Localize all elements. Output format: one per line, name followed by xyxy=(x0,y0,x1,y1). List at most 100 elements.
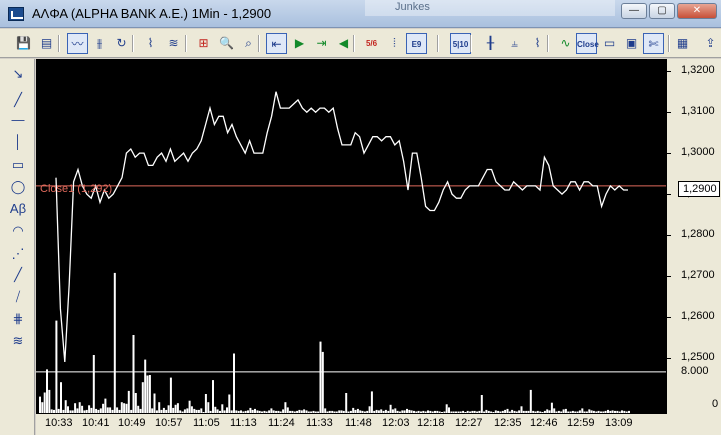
volume-bar xyxy=(618,411,621,413)
ratio-icon[interactable]: 5|10 xyxy=(450,33,471,54)
price-chart-area[interactable]: Close1 (1,292) xyxy=(36,59,666,414)
price-axis[interactable]: 1,3200 1,3100 1,3000 1,2900 1,2800 1,2700 1,26… xyxy=(666,59,721,414)
dot-line-icon[interactable]: ∿ xyxy=(555,33,576,54)
text-icon[interactable]: E9 xyxy=(406,33,427,54)
time-tick-label: 11:33 xyxy=(306,417,333,429)
volume-bar xyxy=(204,394,207,413)
volume-bar xyxy=(249,407,252,413)
ellipse-tool-icon[interactable]: ◯ xyxy=(8,177,28,197)
scroll-start-icon[interactable]: ⇤ xyxy=(266,33,287,54)
volume-bar xyxy=(296,410,299,413)
volume-bar xyxy=(529,389,532,413)
line-icon[interactable]: ⌇ xyxy=(527,33,548,54)
time-tick-label: 11:05 xyxy=(193,417,220,429)
volume-bar xyxy=(240,410,242,413)
volume-bar xyxy=(244,410,247,413)
volume-bar xyxy=(130,409,133,413)
volume-bar xyxy=(174,404,177,413)
close-icon[interactable]: Close xyxy=(576,33,599,54)
volume-bar xyxy=(335,411,338,413)
scroll-end-icon[interactable]: ⇥ xyxy=(311,33,332,54)
time-tick-label: 10:49 xyxy=(118,417,146,429)
time-axis[interactable]: 10:33 10:41 10:49 10:57 11:05 11:13 11:24 11:33… xyxy=(36,414,666,435)
cursor-tool-icon[interactable]: ↘ xyxy=(8,64,28,84)
window-icon[interactable]: ▣ xyxy=(621,33,642,54)
volume-bar xyxy=(518,410,521,413)
hierarchy-icon[interactable]: ⊞ xyxy=(193,33,214,54)
volume-bar xyxy=(53,409,55,413)
toolbar-separator xyxy=(258,35,260,52)
volume-bar xyxy=(146,375,149,413)
arc-tool-icon[interactable]: ◠ xyxy=(8,221,28,241)
ray-tool-icon[interactable]: ╱ xyxy=(8,265,28,285)
indicator-icon[interactable]: ⌇ xyxy=(140,33,161,54)
step-back-icon[interactable]: ◀ xyxy=(333,33,354,54)
vertical-line-tool-icon[interactable]: │ xyxy=(8,132,28,152)
volume-bar xyxy=(41,402,44,413)
volume-bar xyxy=(186,408,189,413)
candlestick-icon[interactable]: ╂ xyxy=(480,33,501,54)
volume-bar xyxy=(179,410,182,413)
save-icon[interactable]: 💾 xyxy=(13,33,34,54)
close-line-label: Close1 (1,292) xyxy=(40,183,113,195)
fan-tool-icon[interactable]: ⋰ xyxy=(8,244,28,264)
volume-bar xyxy=(265,411,268,413)
volume-bar xyxy=(291,410,294,413)
volume-bar xyxy=(373,410,376,413)
time-tick-label: 11:24 xyxy=(268,417,295,429)
volume-bar xyxy=(494,410,497,413)
volume-bar xyxy=(202,412,205,413)
toolbar-separator xyxy=(547,35,549,52)
maximize-button[interactable]: ▢ xyxy=(649,3,675,19)
layout-icon[interactable]: ▭ xyxy=(599,33,620,54)
trendline-tool-icon[interactable]: ╱ xyxy=(8,90,28,110)
chart-style-icon[interactable]: ≋ xyxy=(163,33,184,54)
volume-bar xyxy=(487,410,490,413)
play-icon[interactable]: ▶ xyxy=(289,33,310,54)
text-tool-icon[interactable]: Aβ xyxy=(8,199,28,219)
close-button[interactable]: ✕ xyxy=(677,3,717,19)
volume-bar xyxy=(420,411,422,413)
bar-chart-icon[interactable]: ⫵ xyxy=(89,33,110,54)
drawing-tools-panel: ↘ ╱ — │ ▭ ◯ Aβ ◠ ⋰ ╱ ⧸ ⋕ ≋ xyxy=(0,59,35,435)
channel-tool-icon[interactable]: ⧸ xyxy=(8,287,28,307)
volume-bar xyxy=(541,412,544,413)
price-tick-label: 1,2600 xyxy=(681,309,715,322)
volume-bar xyxy=(604,410,607,413)
tools-icon[interactable]: ✄ xyxy=(643,33,664,54)
ohlc-icon[interactable]: ⫨ xyxy=(504,33,525,54)
rectangle-tool-icon[interactable]: ▭ xyxy=(8,155,28,175)
zoom-out-icon[interactable]: ⌕ xyxy=(238,33,259,54)
grid-icon[interactable]: ⦙ xyxy=(384,33,405,54)
volume-bar xyxy=(165,409,168,413)
volume-bar xyxy=(132,335,135,413)
volume-bar xyxy=(144,359,147,413)
volume-bar xyxy=(441,412,443,413)
volume-bar xyxy=(370,391,373,413)
volume-bar xyxy=(459,411,462,413)
report-icon[interactable]: ▦ xyxy=(672,33,693,54)
properties-icon[interactable]: ▤ xyxy=(36,33,57,54)
refresh-icon[interactable]: ↻ xyxy=(111,33,132,54)
minimize-button[interactable]: — xyxy=(621,3,647,19)
volume-bar xyxy=(567,411,570,413)
line-chart-icon[interactable]: 〰 xyxy=(67,33,88,54)
volume-bar xyxy=(88,405,91,413)
volume-bar xyxy=(137,405,140,413)
volume-bar xyxy=(193,408,196,413)
volume-bar xyxy=(139,408,142,413)
volume-bar xyxy=(539,411,542,413)
horizontal-line-tool-icon[interactable]: — xyxy=(8,110,28,130)
zoom-in-icon[interactable]: 🔍 xyxy=(216,33,237,54)
volume-bar xyxy=(118,409,121,413)
time-tick-label: 12:46 xyxy=(530,417,558,429)
price-tick-mark xyxy=(667,275,671,277)
export-icon[interactable]: ⇪ xyxy=(700,33,721,54)
title-bar[interactable]: ΑΛΦΑ (ALPHA BANK A.E.) 1Min - 1,2900 Jun… xyxy=(0,0,721,28)
volume-bar xyxy=(466,410,469,413)
price-volume-chart[interactable] xyxy=(36,59,666,414)
fraction-icon[interactable]: 5/6 xyxy=(361,33,382,54)
gann-tool-icon[interactable]: ≋ xyxy=(8,331,28,351)
volume-bar xyxy=(359,410,362,413)
fibonacci-tool-icon[interactable]: ⋕ xyxy=(8,309,28,329)
